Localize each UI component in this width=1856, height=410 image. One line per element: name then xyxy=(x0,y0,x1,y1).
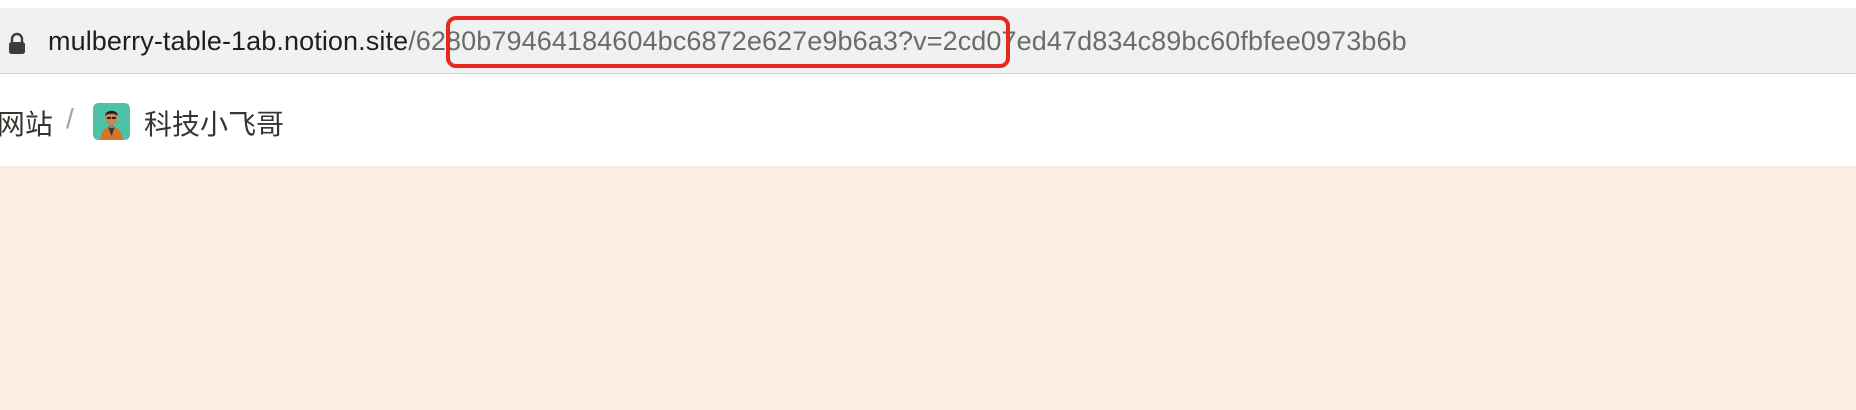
breadcrumb-separator: / xyxy=(66,103,74,134)
browser-top-strip xyxy=(0,0,1856,8)
lock-icon xyxy=(9,32,25,54)
address-bar[interactable]: mulberry-table-1ab.notion.site/6280b7946… xyxy=(0,8,1856,74)
breadcrumb-item-current[interactable]: 科技小飞哥 xyxy=(144,103,284,143)
url-text[interactable]: mulberry-table-1ab.notion.site/6280b7946… xyxy=(48,8,1407,74)
breadcrumb: .网站 / 科技小飞哥 xyxy=(0,75,1856,165)
breadcrumb-item-parent[interactable]: .网站 xyxy=(0,103,53,143)
url-host: mulberry-table-1ab.notion.site xyxy=(48,26,409,56)
url-query: ?v=2cd07ed47d834c89bc60fbfee0973b6b xyxy=(898,26,1407,56)
url-path: /6280b79464184604bc6872e627e9b6a3 xyxy=(408,26,898,56)
page-cover xyxy=(0,166,1856,410)
avatar-icon[interactable] xyxy=(93,103,130,140)
